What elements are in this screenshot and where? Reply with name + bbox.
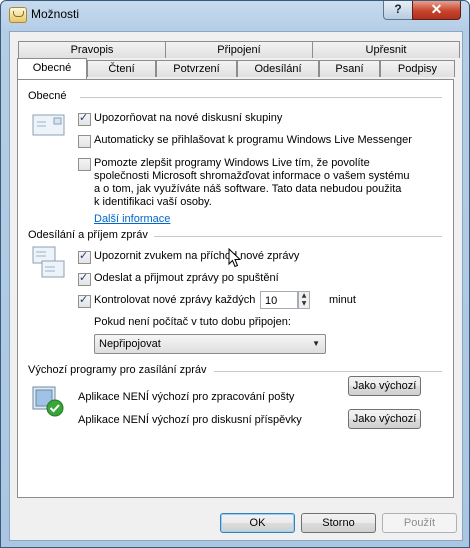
general-tab-page: Obecné Upozorňovat na nové diskusní skup… <box>17 79 454 498</box>
send-receive-on-start-checkbox[interactable] <box>78 271 91 286</box>
news-default-status: Aplikace NENÍ výchozí pro diskusní přísp… <box>78 414 302 426</box>
ok-button[interactable]: OK <box>220 513 295 533</box>
default-programs-group-separator <box>214 371 442 372</box>
customer-experience-line-2: společnosti Microsoft shromažďovat infor… <box>94 170 410 182</box>
check-interval-label: Kontrolovat nové zprávy každých <box>94 294 256 306</box>
customer-experience-line-1: Pomozte zlepšit programy Windows Live tí… <box>94 157 370 169</box>
tab-signatures[interactable]: Podpisy <box>380 60 455 77</box>
customer-experience-line-4: k identifikaci vaší osoby. <box>94 196 212 208</box>
window-title: Možnosti <box>31 7 80 21</box>
check-interval-unit: minut <box>329 294 356 306</box>
help-button[interactable]: ? <box>383 1 413 20</box>
tab-connection[interactable]: Připojení <box>165 41 313 58</box>
sound-on-new-message-label: Upozornit zvukem na příchod nové zprávy <box>94 250 300 262</box>
stepper-down-icon[interactable]: ▼ <box>299 300 309 308</box>
offline-action-value: Nepřipojovat <box>99 338 161 350</box>
stepper-up-icon[interactable]: ▲ <box>299 292 309 300</box>
set-default-mail-button[interactable]: Jako výchozí <box>348 376 421 396</box>
send-receive-on-start-label: Odeslat a přijmout zprávy po spuštění <box>94 272 279 284</box>
send-receive-group-separator <box>154 236 442 237</box>
offline-label: Pokud není počítač v tuto dobu připojen: <box>94 316 291 328</box>
tab-compose[interactable]: Psaní <box>319 60 380 77</box>
auto-signin-messenger-checkbox[interactable] <box>78 135 91 148</box>
check-interval-input[interactable]: 10 <box>260 291 298 309</box>
send-receive-icon <box>32 246 65 278</box>
offline-action-select[interactable]: Nepřipojovat ▼ <box>94 334 326 354</box>
general-group-separator <box>80 97 442 98</box>
mail-default-status: Aplikace NENÍ výchozí pro zpracování poš… <box>78 391 295 403</box>
tab-general[interactable]: Obecné <box>17 58 87 79</box>
customer-experience-line-3: a o tom, jak využíváte náš software. Tat… <box>94 183 402 195</box>
dialog-body: Pravopis Připojení Upřesnit Obecné Čtení… <box>9 31 463 541</box>
customer-experience-checkbox[interactable] <box>78 158 91 171</box>
mouse-cursor-icon <box>228 248 242 268</box>
tab-receipts[interactable]: Potvrzení <box>156 60 237 77</box>
tab-spelling[interactable]: Pravopis <box>18 41 166 58</box>
tab-advanced[interactable]: Upřesnit <box>312 41 460 58</box>
default-programs-group-title: Výchozí programy pro zasílání zpráv <box>28 364 207 376</box>
send-receive-group-title: Odesílání a příjem zpráv <box>28 229 148 241</box>
envelope-icon <box>32 114 65 136</box>
set-default-news-button[interactable]: Jako výchozí <box>348 409 421 429</box>
tab-send[interactable]: Odesílání <box>237 60 319 77</box>
chevron-down-icon: ▼ <box>312 339 320 348</box>
check-interval-checkbox[interactable] <box>78 293 91 308</box>
apply-button[interactable]: Použít <box>382 513 457 533</box>
cancel-button[interactable]: Storno <box>301 513 376 533</box>
default-program-check-icon <box>32 386 64 417</box>
notify-newsgroups-label: Upozorňovat na nové diskusní skupiny <box>94 112 283 124</box>
title-bar[interactable]: Možnosti ? ✕ <box>1 1 469 29</box>
more-info-link[interactable]: Další informace <box>94 213 170 225</box>
sound-on-new-message-checkbox[interactable] <box>78 249 91 264</box>
close-button[interactable]: ✕ <box>412 1 461 20</box>
tab-read[interactable]: Čtení <box>87 60 156 77</box>
app-envelope-icon <box>9 7 27 23</box>
options-dialog: Možnosti ? ✕ Pravopis Připojení Upřesnit… <box>0 0 470 548</box>
check-interval-stepper[interactable]: ▲ ▼ <box>298 291 310 309</box>
general-group-title: Obecné <box>28 90 67 102</box>
auto-signin-messenger-label: Automaticky se přihlašovat k programu Wi… <box>94 134 412 146</box>
notify-newsgroups-checkbox[interactable] <box>78 111 91 126</box>
